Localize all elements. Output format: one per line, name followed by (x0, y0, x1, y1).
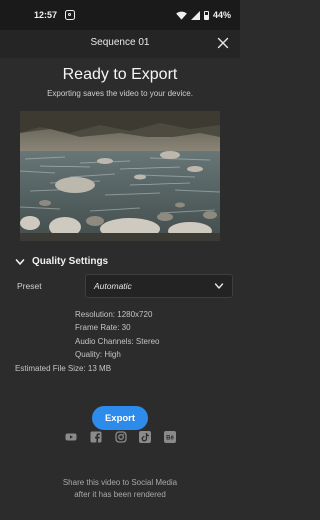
status-bar: 12:57 44% (0, 0, 240, 30)
dialog-header: Sequence 01 (0, 30, 240, 58)
preset-value: Automatic (94, 281, 132, 291)
status-time: 12:57 (34, 10, 58, 20)
quality-info: Quality: High (75, 350, 121, 359)
behance-icon[interactable]: Bē (164, 431, 176, 443)
video-thumbnail (20, 111, 220, 241)
export-subheading: Exporting saves the video to your device… (47, 89, 193, 98)
quality-settings-label: Quality Settings (32, 256, 109, 267)
facebook-icon[interactable] (90, 431, 102, 443)
close-icon (217, 37, 229, 49)
sequence-title: Sequence 01 (90, 37, 150, 48)
youtube-icon[interactable] (65, 431, 77, 443)
preset-dropdown[interactable]: Automatic (85, 274, 233, 298)
status-right: 44% (176, 10, 231, 20)
share-text-line2: after it has been rendered (74, 490, 166, 499)
audio-channels-info: Audio Channels: Stereo (75, 337, 160, 346)
instagram-icon[interactable] (115, 431, 127, 443)
preset-label: Preset (17, 281, 42, 291)
frame-rate-info: Frame Rate: 30 (75, 323, 131, 332)
video-preview (20, 111, 220, 241)
export-heading: Ready to Export (62, 66, 178, 83)
battery-percent: 44% (212, 10, 231, 20)
battery-icon (203, 10, 209, 20)
quality-settings-toggle[interactable]: Quality Settings (15, 256, 108, 267)
signal-icon (190, 10, 200, 20)
instagram-notification-icon (65, 10, 76, 20)
resolution-info: Resolution: 1280x720 (75, 310, 153, 319)
close-button[interactable] (215, 35, 231, 51)
share-text-line1: Share this video to Social Media (62, 478, 178, 487)
wifi-icon (176, 11, 187, 20)
svg-text:Bē: Bē (166, 435, 174, 441)
chevron-down-icon (214, 283, 224, 289)
chevron-down-icon (15, 258, 25, 265)
estimated-file-size: Estimated File Size: 13 MB (15, 364, 112, 373)
export-button[interactable]: Export (92, 406, 148, 430)
social-icons: Bē (0, 431, 240, 451)
tiktok-icon[interactable] (139, 431, 151, 443)
